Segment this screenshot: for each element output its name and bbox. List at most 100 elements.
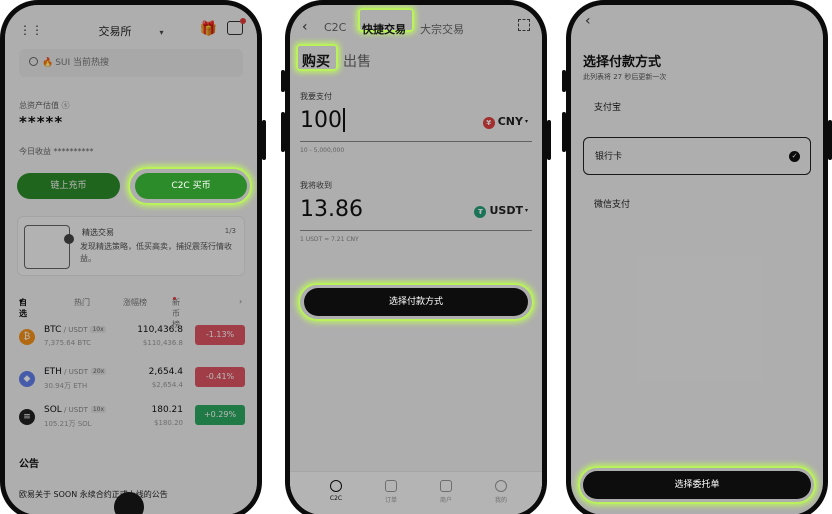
fire-icon: 🔥: [42, 58, 54, 68]
onchain-deposit-button[interactable]: 链上充币: [17, 173, 120, 199]
phone-payment-method: ‹ 选择付款方式 此列表将 27 秒后更新一次 支付宝 银行卡 ✓ 微信支付 选择…: [566, 0, 828, 514]
coin-volume: 30.94万 ETH: [44, 382, 88, 390]
coin-symbol: SOL / USDT 10x: [44, 405, 107, 415]
top-bar: ⋮⋮ 交易所 ▾ 🎁: [5, 18, 257, 43]
coin-row[interactable]: ₿ BTC / USDT 10x 7,375.64 BTC 110,436.8 $110,…: [17, 325, 245, 361]
search-input[interactable]: 🔥 SUI 当前热搜: [19, 49, 243, 77]
buy-tab[interactable]: 购买: [302, 51, 330, 71]
receive-currency: USDT: [489, 204, 523, 217]
select-payment-button[interactable]: 选择付款方式: [304, 288, 528, 316]
back-arrow-icon[interactable]: ‹: [585, 13, 591, 29]
top-bar: ‹ C2C 快捷交易 大宗交易: [290, 15, 542, 43]
person-icon: [495, 480, 507, 492]
chevron-down-icon: ▾: [159, 28, 164, 37]
coin-row[interactable]: ◆ ETH / USDT 20x 30.94万 ETH 2,654.4 $2,654.4 -…: [17, 367, 245, 403]
chevron-right-icon[interactable]: ›: [239, 297, 242, 306]
gift-icon[interactable]: 🎁: [200, 21, 217, 37]
tab-watchlist[interactable]: 自选 ▾: [19, 297, 27, 318]
receive-currency-selector[interactable]: ₮ USDT ▾: [474, 204, 528, 218]
side-button: [262, 120, 266, 160]
phone-quick-trade: ‹ C2C 快捷交易 大宗交易 购买 出售 我要支付 100 ¥ CNY ▾ 10 …: [285, 0, 547, 514]
page-title: 选择付款方式: [583, 55, 662, 70]
change-badge[interactable]: -0.41%: [195, 367, 245, 387]
coin-price: 110,436.8: [137, 325, 183, 335]
dim-overlay: [290, 5, 542, 514]
announcement-item[interactable]: 欧易关于 SOON 永续合约正式上线的公告: [19, 489, 168, 500]
back-arrow-icon[interactable]: ‹: [302, 19, 308, 35]
coin-icon: ◆: [19, 371, 35, 387]
payment-option-wechat[interactable]: 微信支付: [583, 186, 811, 224]
bottom-tab-bar: C2C 订单 商户 我的: [290, 471, 542, 514]
store-icon: [440, 480, 452, 492]
side-button: [828, 120, 832, 160]
exchange-rate: 1 USDT ≈ 7.21 CNY: [300, 236, 359, 243]
search-placeholder: SUI 当前热搜: [55, 58, 110, 68]
notification-dot: [240, 18, 246, 24]
leverage-badge: 10x: [90, 406, 107, 413]
search-icon: [29, 57, 38, 66]
option-label: 银行卡: [595, 152, 623, 162]
coin-volume: 7,375.64 BTC: [44, 339, 91, 347]
coin-icon: ₿: [19, 329, 35, 345]
coin-price: 2,654.4: [148, 367, 183, 377]
pay-currency: CNY: [497, 115, 523, 128]
payment-method-screen: ‹ 选择付款方式 此列表将 27 秒后更新一次 支付宝 银行卡 ✓ 微信支付 选择…: [571, 5, 823, 514]
pay-amount-input[interactable]: 100: [300, 108, 345, 133]
coin-price-usd: $2,654.4: [151, 381, 183, 389]
tab-orders[interactable]: 订单: [371, 480, 411, 504]
exchange-selector[interactable]: 交易所 ▾: [5, 23, 257, 39]
checkmark-icon: ✓: [789, 151, 800, 162]
chevron-down-icon: ▾: [524, 118, 528, 125]
side-button: [547, 120, 551, 160]
message-icon[interactable]: [227, 18, 246, 35]
divider: [300, 230, 532, 231]
coin-price-usd: $180.20: [154, 419, 183, 427]
coin-volume: 105.21万 SOL: [44, 420, 92, 428]
receive-amount: 13.86: [300, 197, 363, 222]
pay-label: 我要支付: [300, 92, 332, 101]
payment-option-alipay[interactable]: 支付宝: [583, 89, 811, 127]
scan-icon[interactable]: [518, 19, 530, 31]
tab-block-trade[interactable]: 大宗交易: [420, 21, 464, 37]
pay-currency-selector[interactable]: ¥ CNY ▾: [482, 115, 528, 129]
tab-quick-trade[interactable]: 快捷交易: [362, 21, 406, 37]
chart-illustration-icon: [24, 225, 74, 269]
tab-profile[interactable]: 我的: [481, 480, 521, 504]
coin-icon: ≡: [19, 409, 35, 425]
coin-price: 180.21: [151, 405, 184, 415]
assets-label: 总资产估值 ⓢ: [19, 101, 70, 110]
floating-action-button[interactable]: [114, 492, 144, 514]
market-tabs: 自选 ▾ 热门 涨幅榜 新币榜 ›: [19, 297, 243, 329]
phone-home: ⋮⋮ 交易所 ▾ 🎁 🔥 SUI 当前热搜 总资产估值 ⓢ ***** 今日收益 *…: [0, 0, 262, 514]
usdt-icon: ₮: [474, 206, 487, 218]
tab-hot[interactable]: 热门: [74, 297, 90, 308]
announcement-title: 公告: [19, 459, 39, 470]
today-earnings: 今日收益 **********: [19, 147, 94, 156]
page-subtitle: 此列表将 27 秒后更新一次: [583, 73, 667, 81]
home-screen: ⋮⋮ 交易所 ▾ 🎁 🔥 SUI 当前热搜 总资产估值 ⓢ ***** 今日收益 *…: [5, 5, 257, 514]
change-badge[interactable]: -1.13%: [195, 325, 245, 345]
promo-banner[interactable]: 精选交易 1/3 发现精选策略，低买高卖，捕捉震荡行情收益。: [17, 216, 245, 276]
tab-c2c-home[interactable]: C2C: [316, 480, 356, 502]
document-icon: [385, 480, 397, 492]
tab-c2c[interactable]: C2C: [324, 21, 346, 34]
leverage-badge: 10x: [90, 326, 106, 333]
text-caret: [343, 108, 345, 132]
tab-merchant[interactable]: 商户: [426, 480, 466, 504]
tab-gainers[interactable]: 涨幅榜: [123, 297, 147, 308]
payment-option-bank-card[interactable]: 银行卡 ✓: [583, 137, 811, 175]
receive-label: 我将收到: [300, 181, 332, 190]
exchange-label: 交易所: [98, 25, 132, 38]
coin-row[interactable]: ≡ SOL / USDT 10x 105.21万 SOL 180.21 $180.20 +0…: [17, 405, 245, 441]
banner-page: 1/3: [224, 227, 236, 235]
pay-amount-value: 100: [300, 108, 342, 133]
select-order-button[interactable]: 选择委托单: [583, 471, 811, 499]
quick-trade-screen: ‹ C2C 快捷交易 大宗交易 购买 出售 我要支付 100 ¥ CNY ▾ 10 …: [290, 5, 542, 514]
coin-symbol: BTC / USDT 10x: [44, 325, 106, 335]
sell-tab[interactable]: 出售: [343, 51, 371, 71]
change-badge[interactable]: +0.29%: [195, 405, 245, 425]
c2c-buy-button[interactable]: C2C 买币: [135, 173, 247, 199]
chevron-down-icon: ▾: [524, 207, 528, 214]
banner-desc: 发现精选策略，低买高卖，捕捉震荡行情收益。: [80, 242, 232, 263]
divider: [300, 141, 532, 142]
